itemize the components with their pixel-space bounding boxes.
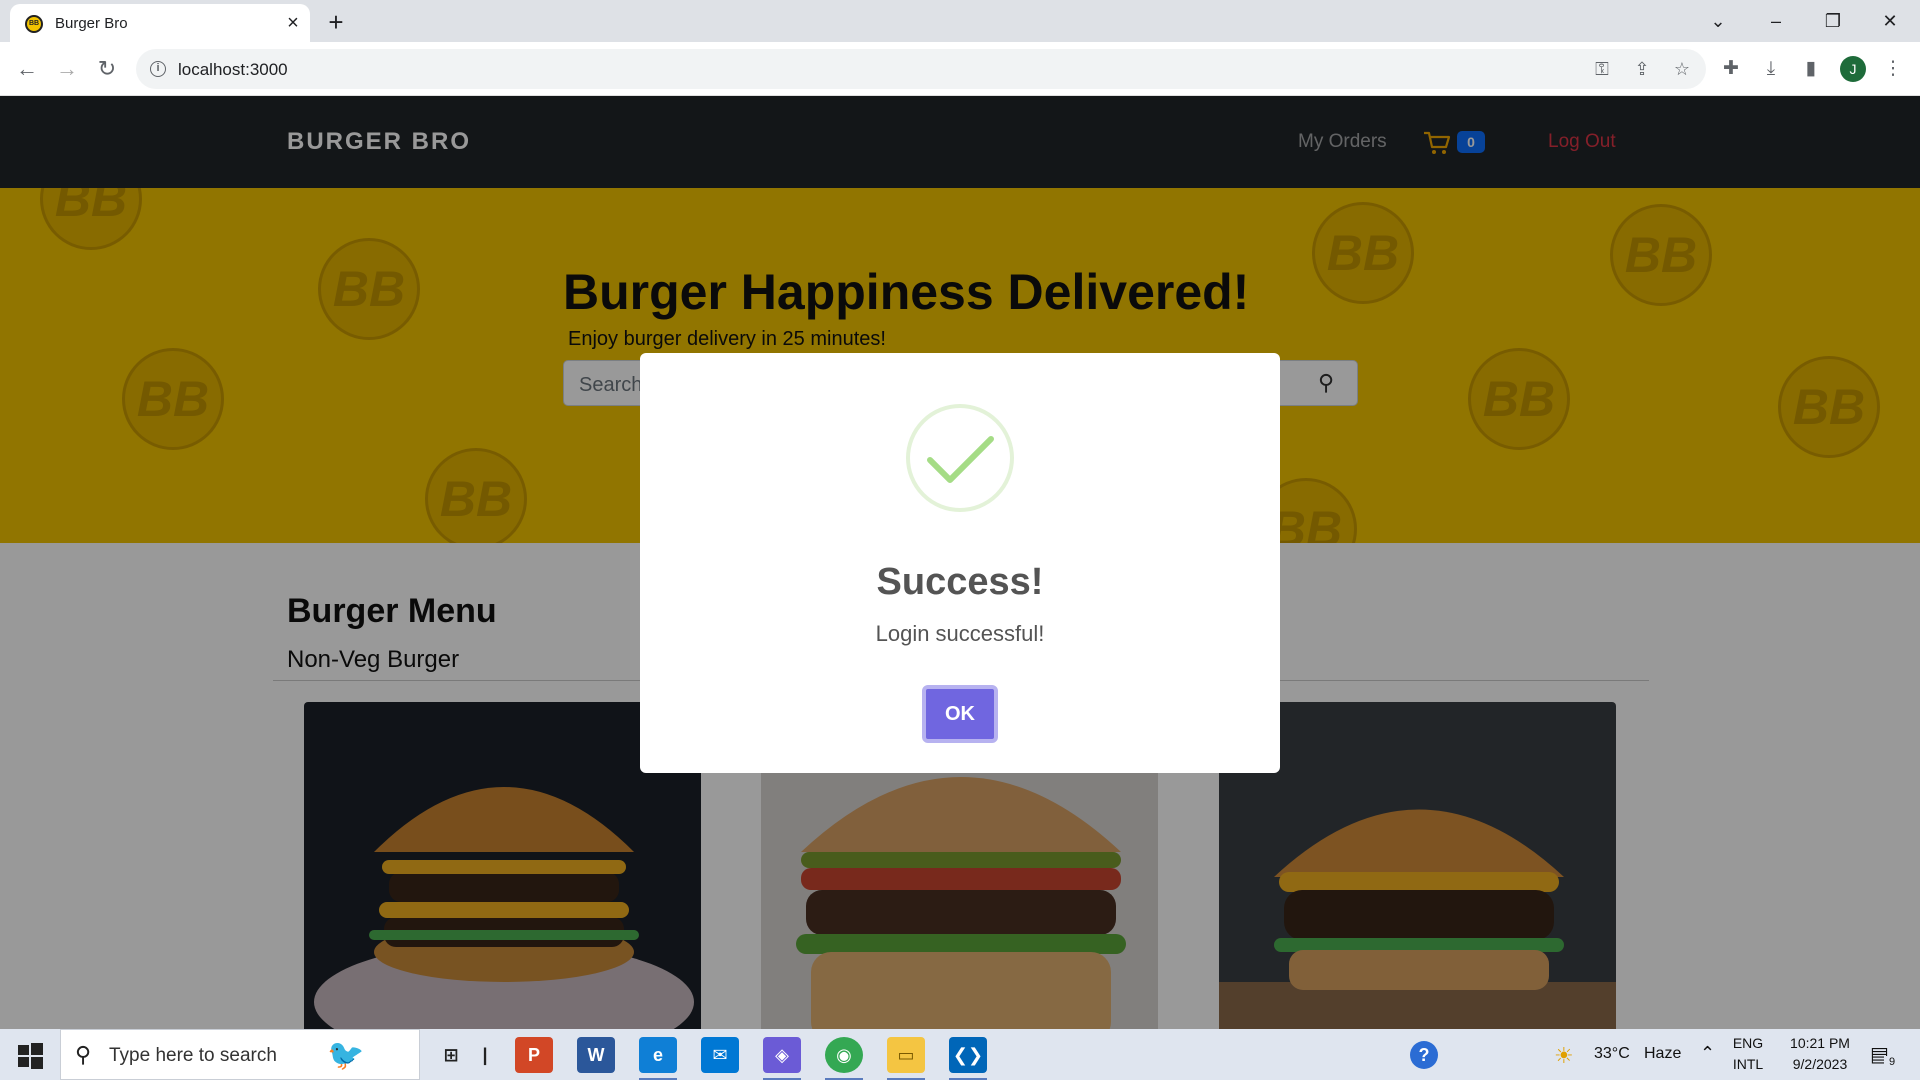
language-top[interactable]: ENG — [1730, 1035, 1766, 1051]
minimize-icon[interactable]: – — [1756, 6, 1796, 36]
clock-time[interactable]: 10:21 PM — [1780, 1035, 1860, 1051]
close-window-icon[interactable]: ✕ — [1870, 6, 1910, 36]
weather-temp[interactable]: 33°C — [1594, 1045, 1630, 1063]
bird-icon: 🐦 — [327, 1039, 365, 1072]
word-icon[interactable]: W — [577, 1037, 615, 1073]
new-tab-icon[interactable]: + — [322, 8, 350, 36]
browser-tab[interactable]: BB Burger Bro × — [10, 4, 310, 42]
site-info-icon[interactable]: i — [150, 61, 166, 77]
reload-icon[interactable]: ↻ — [92, 54, 122, 84]
success-dialog: Success! Login successful! OK — [640, 353, 1280, 773]
close-tab-icon[interactable]: × — [282, 12, 304, 34]
address-bar[interactable]: i localhost:3000 ⚿ ⇪ ☆ — [136, 49, 1706, 89]
chrome-icon[interactable]: ◉ — [825, 1037, 863, 1080]
weather-icon[interactable]: ☀ — [1554, 1043, 1574, 1069]
favicon-icon: BB — [25, 15, 43, 33]
menu-dots-icon[interactable]: ⋮ — [1880, 56, 1906, 82]
chevron-up-icon[interactable]: ⌃ — [1700, 1043, 1715, 1064]
back-icon[interactable]: ← — [12, 54, 42, 84]
browser-toolbar: ← → ↻ i localhost:3000 ⚿ ⇪ ☆ ✚ ⤓ ▮ J ⋮ — [0, 42, 1920, 96]
language-bottom[interactable]: INTL — [1730, 1056, 1766, 1072]
windows-taskbar: ⚲ Type here to search 🐦 ⊞ | P W e ✉ ◈ ◉ … — [0, 1029, 1920, 1080]
check-icon — [906, 404, 1014, 512]
side-panel-icon[interactable]: ▮ — [1798, 56, 1824, 82]
copilot-icon[interactable]: ◈ — [763, 1037, 801, 1080]
profile-avatar[interactable]: J — [1840, 56, 1866, 82]
key-icon[interactable]: ⚿ — [1590, 57, 1614, 81]
notification-count: 9 — [1884, 1056, 1900, 1068]
tab-title: Burger Bro — [55, 15, 128, 32]
file-explorer-icon[interactable]: ▭ — [887, 1037, 925, 1080]
bookmark-star-icon[interactable]: ☆ — [1670, 57, 1694, 81]
taskbar-search-placeholder: Type here to search — [109, 1045, 277, 1066]
forward-icon[interactable]: → — [52, 54, 82, 84]
taskbar-search-input[interactable]: ⚲ Type here to search 🐦 — [60, 1029, 420, 1080]
task-view-icon[interactable]: ⊞ — [432, 1037, 470, 1073]
modal-overlay[interactable]: Success! Login successful! OK — [0, 96, 1920, 1029]
help-icon[interactable]: ? — [1410, 1041, 1438, 1069]
mail-icon[interactable]: ✉ — [701, 1037, 739, 1073]
ok-button[interactable]: OK — [922, 685, 998, 743]
share-icon[interactable]: ⇪ — [1630, 57, 1654, 81]
extensions-icon[interactable]: ✚ — [1718, 56, 1744, 82]
web-page: BURGER BRO My Orders 0 Log Out BB BB BB … — [0, 96, 1920, 1029]
dialog-message: Login successful! — [875, 621, 1045, 646]
divider-icon: | — [482, 1045, 488, 1065]
download-icon[interactable]: ⤓ — [1758, 56, 1784, 82]
edge-icon[interactable]: e — [639, 1037, 677, 1080]
clock-date[interactable]: 9/2/2023 — [1780, 1056, 1860, 1072]
dialog-title: Success! — [876, 561, 1044, 603]
weather-label[interactable]: Haze — [1644, 1045, 1681, 1063]
url-text[interactable]: localhost:3000 — [178, 60, 288, 80]
vscode-icon[interactable]: ❮❯ — [949, 1037, 987, 1080]
tab-search-icon[interactable]: ⌄ — [1698, 6, 1738, 36]
powerpoint-icon[interactable]: P — [515, 1037, 553, 1073]
windows-start-icon[interactable] — [16, 1041, 44, 1069]
search-icon: ⚲ — [75, 1042, 92, 1067]
restore-icon[interactable]: ❐ — [1813, 6, 1853, 36]
browser-tabstrip: BB Burger Bro × + ⌄ – ❐ ✕ — [0, 0, 1920, 42]
